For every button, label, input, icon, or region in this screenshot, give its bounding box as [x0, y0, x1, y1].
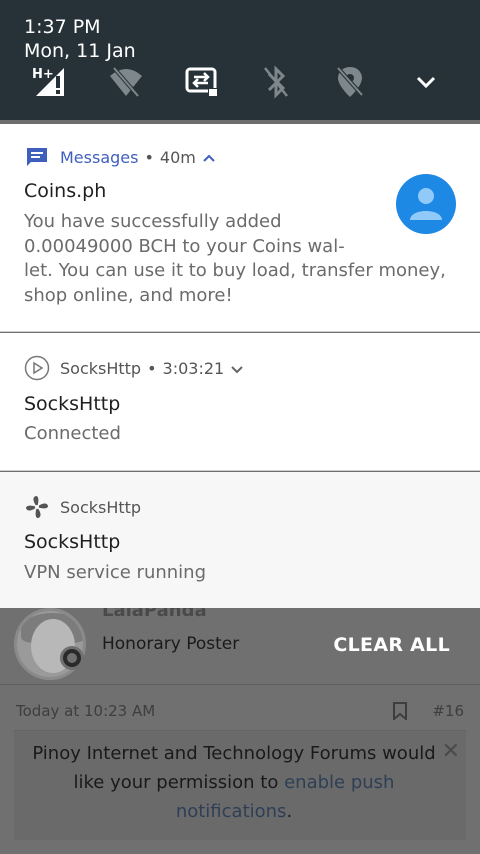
app-name: SocksHttp	[60, 497, 142, 517]
signal-hplus-icon[interactable]: H+	[28, 62, 68, 102]
notification-body: VPN service running	[24, 562, 207, 583]
fan-icon	[24, 494, 50, 520]
background-app: LalaPanda Honorary Poster CLEAR ALL Toda…	[0, 580, 480, 854]
app-name: SocksHttp	[60, 358, 142, 378]
notification-header: SocksHttp • 3:03:21	[24, 355, 244, 381]
notification-body: Connected	[24, 423, 121, 444]
play-icon	[24, 355, 50, 381]
expand-chevron-icon[interactable]	[230, 359, 244, 378]
notification-header: Messages • 40m	[24, 144, 216, 170]
notification-title: SocksHttp	[24, 393, 121, 415]
location-off-icon[interactable]	[330, 62, 370, 102]
data-saver-icon[interactable]	[182, 62, 222, 102]
notification-header: SocksHttp	[24, 494, 141, 520]
push-permission-text: Pinoy Internet and Technology Forums wou…	[24, 739, 444, 826]
header-separator: •	[147, 358, 157, 378]
wifi-off-icon[interactable]	[106, 62, 146, 102]
body-line: 0.00049000 BCH to your Coins wal-	[24, 235, 345, 257]
enable-push-link[interactable]: enable push	[284, 772, 394, 793]
collapse-chevron-icon[interactable]	[202, 148, 216, 167]
notification-title: Coins.ph	[24, 180, 107, 202]
notification-messages[interactable]: Messages • 40m Coins.ph You have success…	[0, 124, 480, 332]
date[interactable]: Mon, 11 Jan	[24, 40, 136, 62]
contact-avatar-icon	[396, 174, 456, 234]
notification-sockshttp-vpn[interactable]: SocksHttp SocksHttp VPN service running	[0, 472, 480, 608]
messages-app-icon	[24, 144, 50, 170]
expand-chevron-icon[interactable]	[406, 62, 446, 102]
clear-all-button[interactable]: CLEAR ALL	[333, 634, 450, 656]
push-text-period: .	[286, 801, 293, 822]
app-name: Messages	[60, 147, 139, 167]
quick-settings-row: H+	[0, 62, 480, 102]
clock: 1:37 PM	[24, 16, 101, 38]
bluetooth-off-icon[interactable]	[256, 62, 296, 102]
notifications-link[interactable]: notifications	[176, 801, 287, 822]
push-text-line-1: Pinoy Internet and Technology Forums wou…	[32, 743, 436, 764]
network-type-label: H+	[32, 67, 54, 82]
notification-title: SocksHttp	[24, 531, 121, 553]
notification-sockshttp-connected[interactable]: SocksHttp • 3:03:21 SocksHttp Connected	[0, 333, 480, 471]
user-status-icon	[60, 646, 84, 670]
post-date: Today at 10:23 AM	[16, 702, 156, 720]
post-number[interactable]: #16	[432, 702, 464, 720]
body-line: let. You can use it to buy load, transfe…	[24, 260, 446, 281]
close-icon[interactable]: ✕	[442, 739, 460, 764]
divider	[0, 684, 480, 685]
notification-time: 3:03:21	[162, 358, 225, 378]
body-line: shop online, and more!	[24, 284, 233, 306]
user-rank: Honorary Poster	[102, 634, 240, 654]
notification-time: 40m	[159, 147, 196, 167]
header-separator: •	[144, 147, 154, 167]
push-text-line-2: like your permission to	[73, 772, 285, 793]
push-permission-banner: Pinoy Internet and Technology Forums wou…	[14, 730, 466, 840]
notification-body: You have successfully added 0.00049000 B…	[24, 210, 464, 308]
notification-shade-header: 1:37 PM Mon, 11 Jan H+	[0, 0, 480, 120]
bookmark-icon[interactable]	[392, 702, 408, 720]
